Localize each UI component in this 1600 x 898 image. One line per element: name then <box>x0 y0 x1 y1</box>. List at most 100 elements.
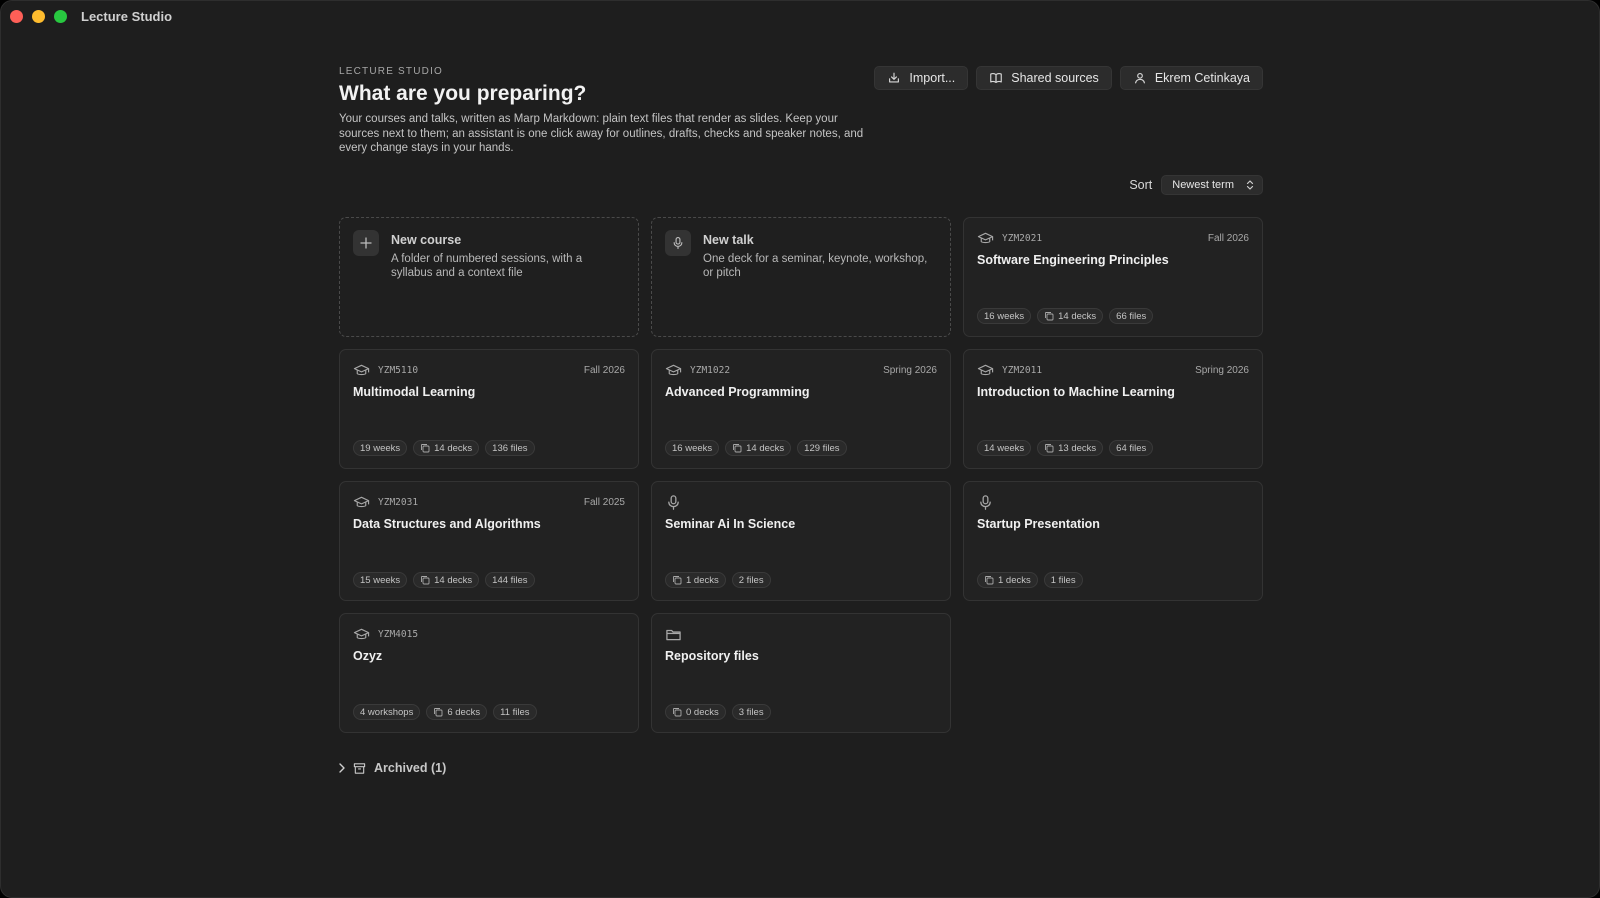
weeks-chip: 14 weeks <box>977 440 1032 456</box>
sort-label: Sort <box>1129 178 1153 192</box>
files-chip: 64 files <box>1109 440 1154 456</box>
new-talk-title: New talk <box>703 233 754 247</box>
chevron-up-down-icon <box>1246 180 1254 190</box>
chevron-right-icon <box>339 763 345 773</box>
decks-chip: 13 decks <box>1037 440 1104 456</box>
copy-icon <box>1045 444 1054 453</box>
new-course-description: A folder of numbered sessions, with a sy… <box>391 253 583 279</box>
decks-chip: 0 decks <box>665 704 726 720</box>
files-chip: 2 files <box>731 572 771 588</box>
copy-icon <box>421 576 430 585</box>
course-term: Fall 2026 <box>583 364 625 376</box>
book-icon <box>990 73 1003 84</box>
sort-select[interactable]: Newest term <box>1161 175 1263 195</box>
zoom-window-button[interactable] <box>54 9 67 23</box>
course-code: YZM2031 <box>378 496 419 508</box>
minimize-window-button[interactable] <box>32 9 45 23</box>
archive-box-icon <box>353 762 366 774</box>
decks-chip: 6 decks <box>426 704 488 720</box>
course-term: Spring 2026 <box>883 364 937 376</box>
copy-icon <box>673 576 682 585</box>
graduation-cap-icon <box>977 364 994 375</box>
course-code: YZM1022 <box>690 364 731 376</box>
files-chip: 66 files <box>1109 308 1154 324</box>
close-window-button[interactable] <box>10 9 23 23</box>
import-icon <box>889 72 900 83</box>
import-label: Import... <box>909 71 956 85</box>
new-talk-description: One deck for a seminar, keynote, worksho… <box>703 253 928 279</box>
course-card[interactable]: YZM2011 Spring 2026 Introduction to Mach… <box>963 349 1263 469</box>
sort-value: Newest term <box>1172 179 1234 191</box>
import-button[interactable]: Import... <box>874 66 969 90</box>
copy-icon <box>1045 312 1054 321</box>
new-talk-card[interactable]: New talk One deck for a seminar, keynote… <box>651 217 951 337</box>
files-chip: 129 files <box>797 440 847 456</box>
talk-title: Seminar Ai In Science <box>665 517 796 531</box>
course-term: Fall 2025 <box>583 496 625 508</box>
copy-icon <box>673 708 682 717</box>
window-controls <box>10 9 67 23</box>
title-bar: Lecture Studio <box>1 1 1599 31</box>
course-title: Software Engineering Principles <box>977 253 1169 267</box>
course-code: YZM2021 <box>1002 232 1043 244</box>
files-chip: 144 files <box>485 572 535 588</box>
intro-text: Your courses and talks, written as Marp … <box>339 113 864 154</box>
course-title: Multimodal Learning <box>353 385 476 399</box>
folder-icon <box>666 629 681 640</box>
copy-icon <box>434 708 443 717</box>
plus-icon <box>353 230 379 256</box>
app-window: Lecture Studio LECTURE STUDIO What are y… <box>0 0 1600 898</box>
repository-card[interactable]: Repository files 0 decks 3 files <box>651 613 951 733</box>
decks-chip: 14 decks <box>725 440 792 456</box>
new-course-title: New course <box>391 233 462 247</box>
project-grid: New course A folder of numbered sessions… <box>339 217 1263 733</box>
sort-control: Sort Newest term <box>1129 175 1263 195</box>
course-title: Introduction to Machine Learning <box>977 385 1175 399</box>
course-term: Spring 2026 <box>1195 364 1249 376</box>
talk-card[interactable]: Startup Presentation 1 decks 1 files <box>963 481 1263 601</box>
microphone-icon <box>668 494 679 510</box>
decks-chip: 14 decks <box>413 572 480 588</box>
user-account-button[interactable]: Ekrem Cetinkaya <box>1119 66 1263 90</box>
header-actions: Import... Shared sources Ekrem Cetinkaya <box>874 66 1263 90</box>
weeks-chip: 16 weeks <box>977 308 1032 324</box>
course-card[interactable]: YZM2021 Fall 2026 Software Engineering P… <box>963 217 1263 337</box>
copy-icon <box>985 576 994 585</box>
copy-icon <box>733 444 742 453</box>
archived-label: Archived (1) <box>374 761 447 775</box>
microphone-icon <box>665 230 691 256</box>
talk-card[interactable]: Seminar Ai In Science 1 decks 2 files <box>651 481 951 601</box>
course-code: YZM2011 <box>1002 364 1043 376</box>
graduation-cap-icon <box>353 364 370 375</box>
course-card[interactable]: YZM1022 Spring 2026 Advanced Programming… <box>651 349 951 469</box>
graduation-cap-icon <box>353 496 370 507</box>
course-card[interactable]: YZM4015 Ozyz 4 workshops 6 decks 11 file… <box>339 613 639 733</box>
course-card[interactable]: YZM5110 Fall 2026 Multimodal Learning 19… <box>339 349 639 469</box>
course-title: Ozyz <box>353 649 383 663</box>
course-card[interactable]: YZM2031 Fall 2025 Data Structures and Al… <box>339 481 639 601</box>
course-term: Fall 2026 <box>1207 232 1249 244</box>
workshops-chip: 4 workshops <box>353 704 421 720</box>
files-chip: 3 files <box>731 704 771 720</box>
decks-chip: 14 decks <box>1037 308 1104 324</box>
weeks-chip: 16 weeks <box>665 440 720 456</box>
graduation-cap-icon <box>353 628 370 639</box>
decks-chip: 1 decks <box>665 572 726 588</box>
user-name: Ekrem Cetinkaya <box>1154 71 1250 85</box>
new-course-card[interactable]: New course A folder of numbered sessions… <box>339 217 639 337</box>
graduation-cap-icon <box>665 364 682 375</box>
microphone-icon <box>980 494 991 510</box>
talk-title: Startup Presentation <box>977 517 1100 531</box>
files-chip: 1 files <box>1043 572 1083 588</box>
graduation-cap-icon <box>977 232 994 243</box>
course-title: Advanced Programming <box>665 385 810 399</box>
course-code: YZM4015 <box>378 628 419 640</box>
shared-sources-label: Shared sources <box>1011 71 1099 85</box>
repository-title: Repository files <box>665 649 759 663</box>
files-chip: 136 files <box>485 440 535 456</box>
course-code: YZM5110 <box>378 364 419 376</box>
shared-sources-button[interactable]: Shared sources <box>976 66 1112 90</box>
weeks-chip: 15 weeks <box>353 572 408 588</box>
course-title: Data Structures and Algorithms <box>353 517 541 531</box>
archived-toggle[interactable]: Archived (1) <box>339 761 446 775</box>
